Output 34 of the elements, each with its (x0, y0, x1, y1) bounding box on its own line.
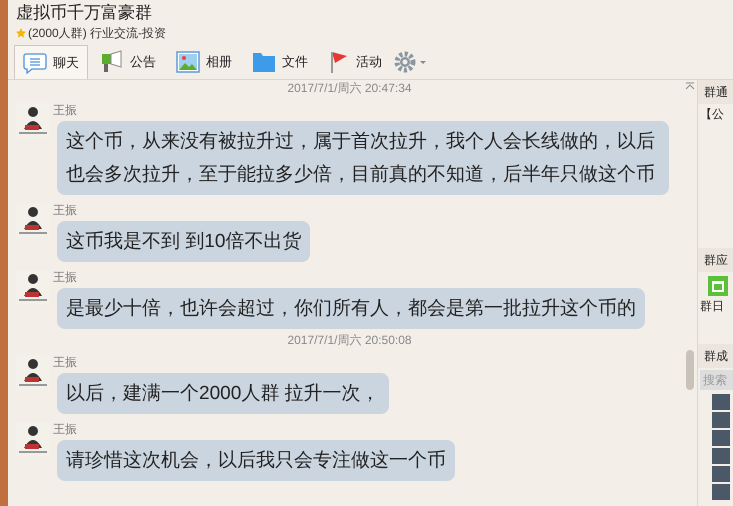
message-bubble: 是最少十倍，也许会超过，你们所有人，都会是第一批拉升这个币的 (57, 288, 645, 329)
message-bubble: 这个币，从来没有被拉升过，属于首次拉升，我个人会长线做的，以后也会多次拉升，至于能拉多少倍，目前真的不知道，后半年只做这个币 (57, 121, 669, 195)
scroll-up-icon[interactable] (685, 82, 695, 90)
toolbar-tab[interactable]: 相册 (168, 45, 240, 79)
group-info: (2000人群) 行业交流-投资 (28, 25, 166, 42)
star-icon (16, 28, 26, 38)
notice-text: 【公 (699, 106, 725, 123)
toolbar-tab[interactable]: 聊天 (14, 45, 88, 79)
folder-icon (252, 51, 276, 73)
sender-name: 王振 (53, 203, 77, 217)
calendar-icon[interactable] (708, 276, 728, 296)
panel-heading: 群应 (698, 248, 733, 272)
window-title: 虚拟币千万富豪群 (16, 2, 153, 24)
timestamp: 2017/7/1/周六 20:50:08 (287, 333, 412, 347)
timestamp: 2017/7/1/周六 20:47:34 (287, 81, 412, 95)
scrollbar-thumb[interactable] (686, 350, 694, 390)
toolbar-tab[interactable]: 活动 (320, 45, 390, 79)
toolbar-tab[interactable]: 文件 (244, 45, 316, 79)
chat-bubble-icon (23, 52, 47, 74)
photo-icon (176, 51, 200, 73)
sender-name: 王振 (53, 355, 77, 369)
sender-name: 王振 (53, 270, 77, 284)
message-bubble: 这币我是不到 到10倍不出货 (57, 221, 310, 262)
panel-heading: 群通 (698, 80, 733, 104)
calendar-label[interactable]: 群日 (698, 296, 733, 316)
toolbar-tab[interactable]: 公告 (92, 45, 164, 79)
panel-heading: 群成 (698, 344, 733, 368)
search-field[interactable]: 搜索 (700, 370, 733, 390)
message-bubble: 请珍惜这次机会，以后我只会专注做这一个币 (57, 440, 455, 481)
megaphone-icon (100, 50, 124, 74)
message-bubble: 以后，建满一个2000人群 拉升一次， (57, 373, 389, 414)
sender-name: 王振 (53, 422, 77, 436)
sender-name: 王振 (53, 103, 77, 117)
settings-icon[interactable] (394, 50, 428, 74)
